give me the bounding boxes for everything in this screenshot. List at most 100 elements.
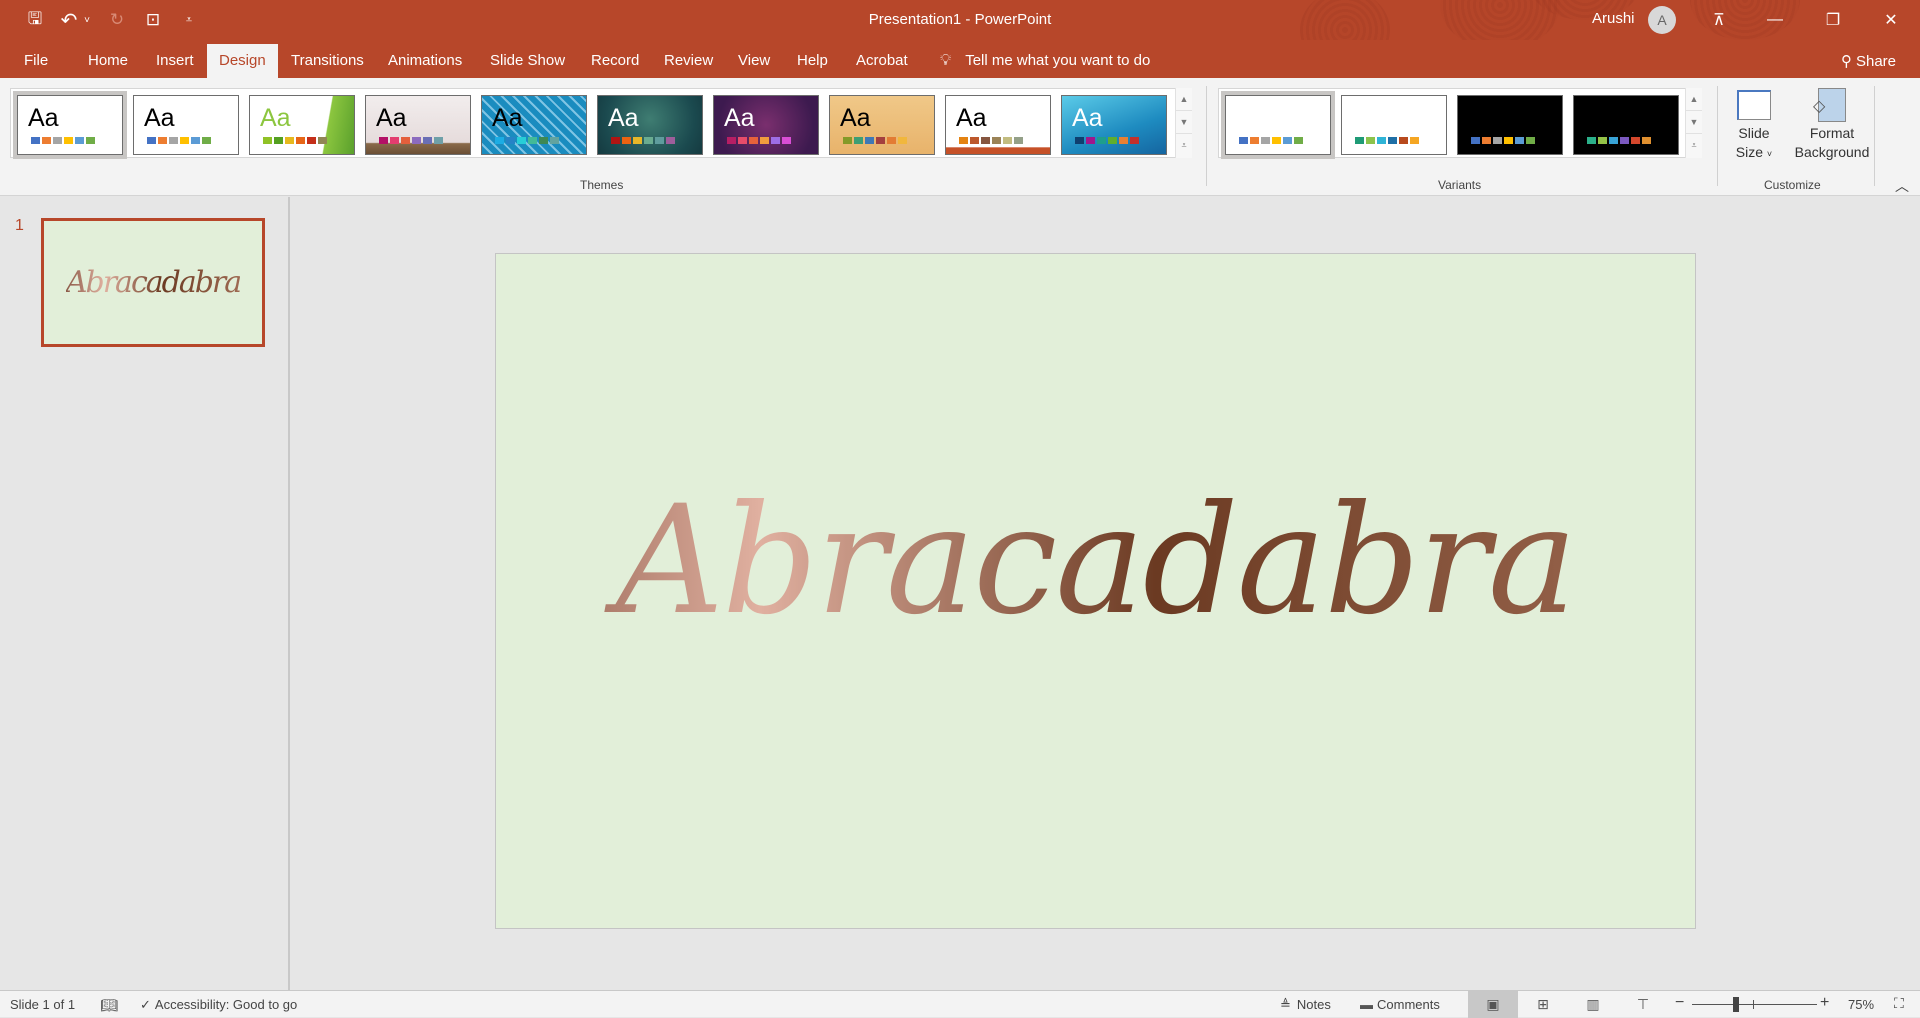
tab-file[interactable]: File [24,44,48,78]
zoom-in-button[interactable]: + [1820,994,1829,1012]
color-swatch [644,137,653,144]
color-swatch [782,137,791,144]
zoom-slider-thumb[interactable] [1733,997,1739,1012]
zoom-out-button[interactable]: − [1675,994,1684,1012]
color-swatch [158,137,167,144]
group-separator [1206,86,1207,186]
themes-gallery-scroll[interactable]: ▲ ▼ ⩡ [1175,88,1192,158]
tell-me-search[interactable]: 💡︎ Tell me what you want to do [940,52,1150,70]
color-swatch [390,137,399,144]
theme-thumbnail[interactable]: Aa [481,95,587,155]
zoom-slider[interactable] [1692,1004,1817,1005]
variant-color-swatches [1471,137,1535,144]
color-swatch [1482,137,1491,144]
variants-gallery-scroll[interactable]: ▲ ▼ ⩡ [1685,88,1702,158]
restore-button[interactable]: ❐ [1810,0,1856,40]
color-swatch [959,137,968,144]
tab-record[interactable]: Record [591,44,639,78]
theme-thumbnail[interactable]: Aa [1061,95,1167,155]
more-variants-icon[interactable]: ⩡ [1686,134,1702,157]
slide-sorter-view-button[interactable]: ⊞ [1518,991,1568,1018]
color-swatch [517,137,526,144]
share-button[interactable]: ⚲ Share [1841,52,1896,70]
format-background-icon: ◇ [1813,88,1846,122]
color-swatch [622,137,631,144]
slide-size-button[interactable]: Slide Size ˅ [1730,88,1778,164]
color-swatch [1620,137,1629,144]
theme-thumbnail[interactable]: Aa [829,95,935,155]
tab-view[interactable]: View [738,44,770,78]
scroll-down-icon[interactable]: ▼ [1686,111,1702,134]
theme-font-preview: Aa [1072,104,1103,132]
variant-color-swatches [1239,137,1303,144]
theme-thumbnail[interactable]: Aa [945,95,1051,155]
close-button[interactable]: ✕ [1868,0,1914,40]
theme-color-swatches [147,137,211,144]
tab-help[interactable]: Help [797,44,828,78]
theme-thumbnail[interactable]: Aa [133,95,239,155]
variant-color-swatches [1587,137,1651,144]
format-background-button[interactable]: ◇ Format Background [1790,88,1874,162]
spell-check-icon[interactable]: 📖︎ [100,997,118,1014]
group-separator [1717,86,1718,186]
slide[interactable]: Abracadabra [495,253,1696,929]
themes-gallery: Aa Aa Aa Aa Aa Aa Aa Aa Aa Aa [10,88,1184,159]
color-swatch [1272,137,1281,144]
variant-thumbnail[interactable] [1457,95,1563,155]
theme-thumbnail[interactable]: Aa [365,95,471,155]
fit-to-window-icon[interactable]: ⛶ [1894,995,1904,1012]
avatar[interactable]: A [1648,6,1676,34]
tab-animations[interactable]: Animations [388,44,462,78]
color-swatch [1108,137,1117,144]
zoom-level[interactable]: 75% [1848,997,1874,1012]
ribbon-tabs: File Home Insert Design Transitions Anim… [0,40,1920,78]
accessibility-status[interactable]: ✓ Accessibility: Good to go [140,997,297,1013]
variant-thumbnail[interactable] [1573,95,1679,155]
theme-font-preview: Aa [608,104,639,132]
theme-thumbnail[interactable]: Aa [713,95,819,155]
color-swatch [1609,137,1618,144]
color-swatch [274,137,283,144]
theme-thumbnail[interactable]: Aa [249,95,355,155]
variant-thumbnail[interactable] [1341,95,1447,155]
collapse-ribbon-icon[interactable]: ︿ [1895,176,1909,196]
theme-font-preview: Aa [840,104,871,132]
more-themes-icon[interactable]: ⩡ [1176,134,1192,157]
theme-thumbnail[interactable]: Aa [597,95,703,155]
theme-color-swatches [611,137,675,144]
tab-acrobat[interactable]: Acrobat [856,44,908,78]
color-swatch [1504,137,1513,144]
normal-view-button[interactable]: ▣ [1468,991,1518,1018]
ribbon-display-options-icon[interactable]: ⊼ [1696,0,1742,40]
comment-icon: ▬ [1360,997,1373,1012]
theme-font-preview: Aa [144,104,175,132]
tab-home[interactable]: Home [88,44,128,78]
tab-review[interactable]: Review [664,44,713,78]
color-swatch [263,137,272,144]
notes-button[interactable]: ≜ Notes [1280,997,1331,1013]
slide-thumbnail[interactable]: Abracadabra [41,218,265,347]
color-swatch [1366,137,1375,144]
variant-thumbnail[interactable] [1221,91,1335,159]
color-swatch [539,137,548,144]
slide-size-label-2: Size ˅ [1735,144,1773,160]
color-swatch [528,137,537,144]
tab-transitions[interactable]: Transitions [291,44,364,78]
scroll-up-icon[interactable]: ▲ [1686,88,1702,111]
comments-button[interactable]: ▬ Comments [1360,997,1440,1012]
minimize-button[interactable]: — [1752,0,1798,40]
reading-view-button[interactable]: ▥ [1568,991,1618,1018]
theme-font-preview: Aa [376,104,407,132]
scroll-up-icon[interactable]: ▲ [1176,88,1192,111]
scroll-down-icon[interactable]: ▼ [1176,111,1192,134]
tab-slide-show[interactable]: Slide Show [490,44,565,78]
user-name[interactable]: Arushi [1592,10,1635,27]
theme-color-swatches [1075,137,1139,144]
color-swatch [1250,137,1259,144]
tab-insert[interactable]: Insert [156,44,194,78]
slide-title[interactable]: Abracadabra [496,474,1695,648]
slide-show-button[interactable]: ⊤ [1618,991,1668,1018]
color-swatch [1294,137,1303,144]
theme-thumbnail[interactable]: Aa [13,91,127,159]
tab-design[interactable]: Design [207,44,278,78]
